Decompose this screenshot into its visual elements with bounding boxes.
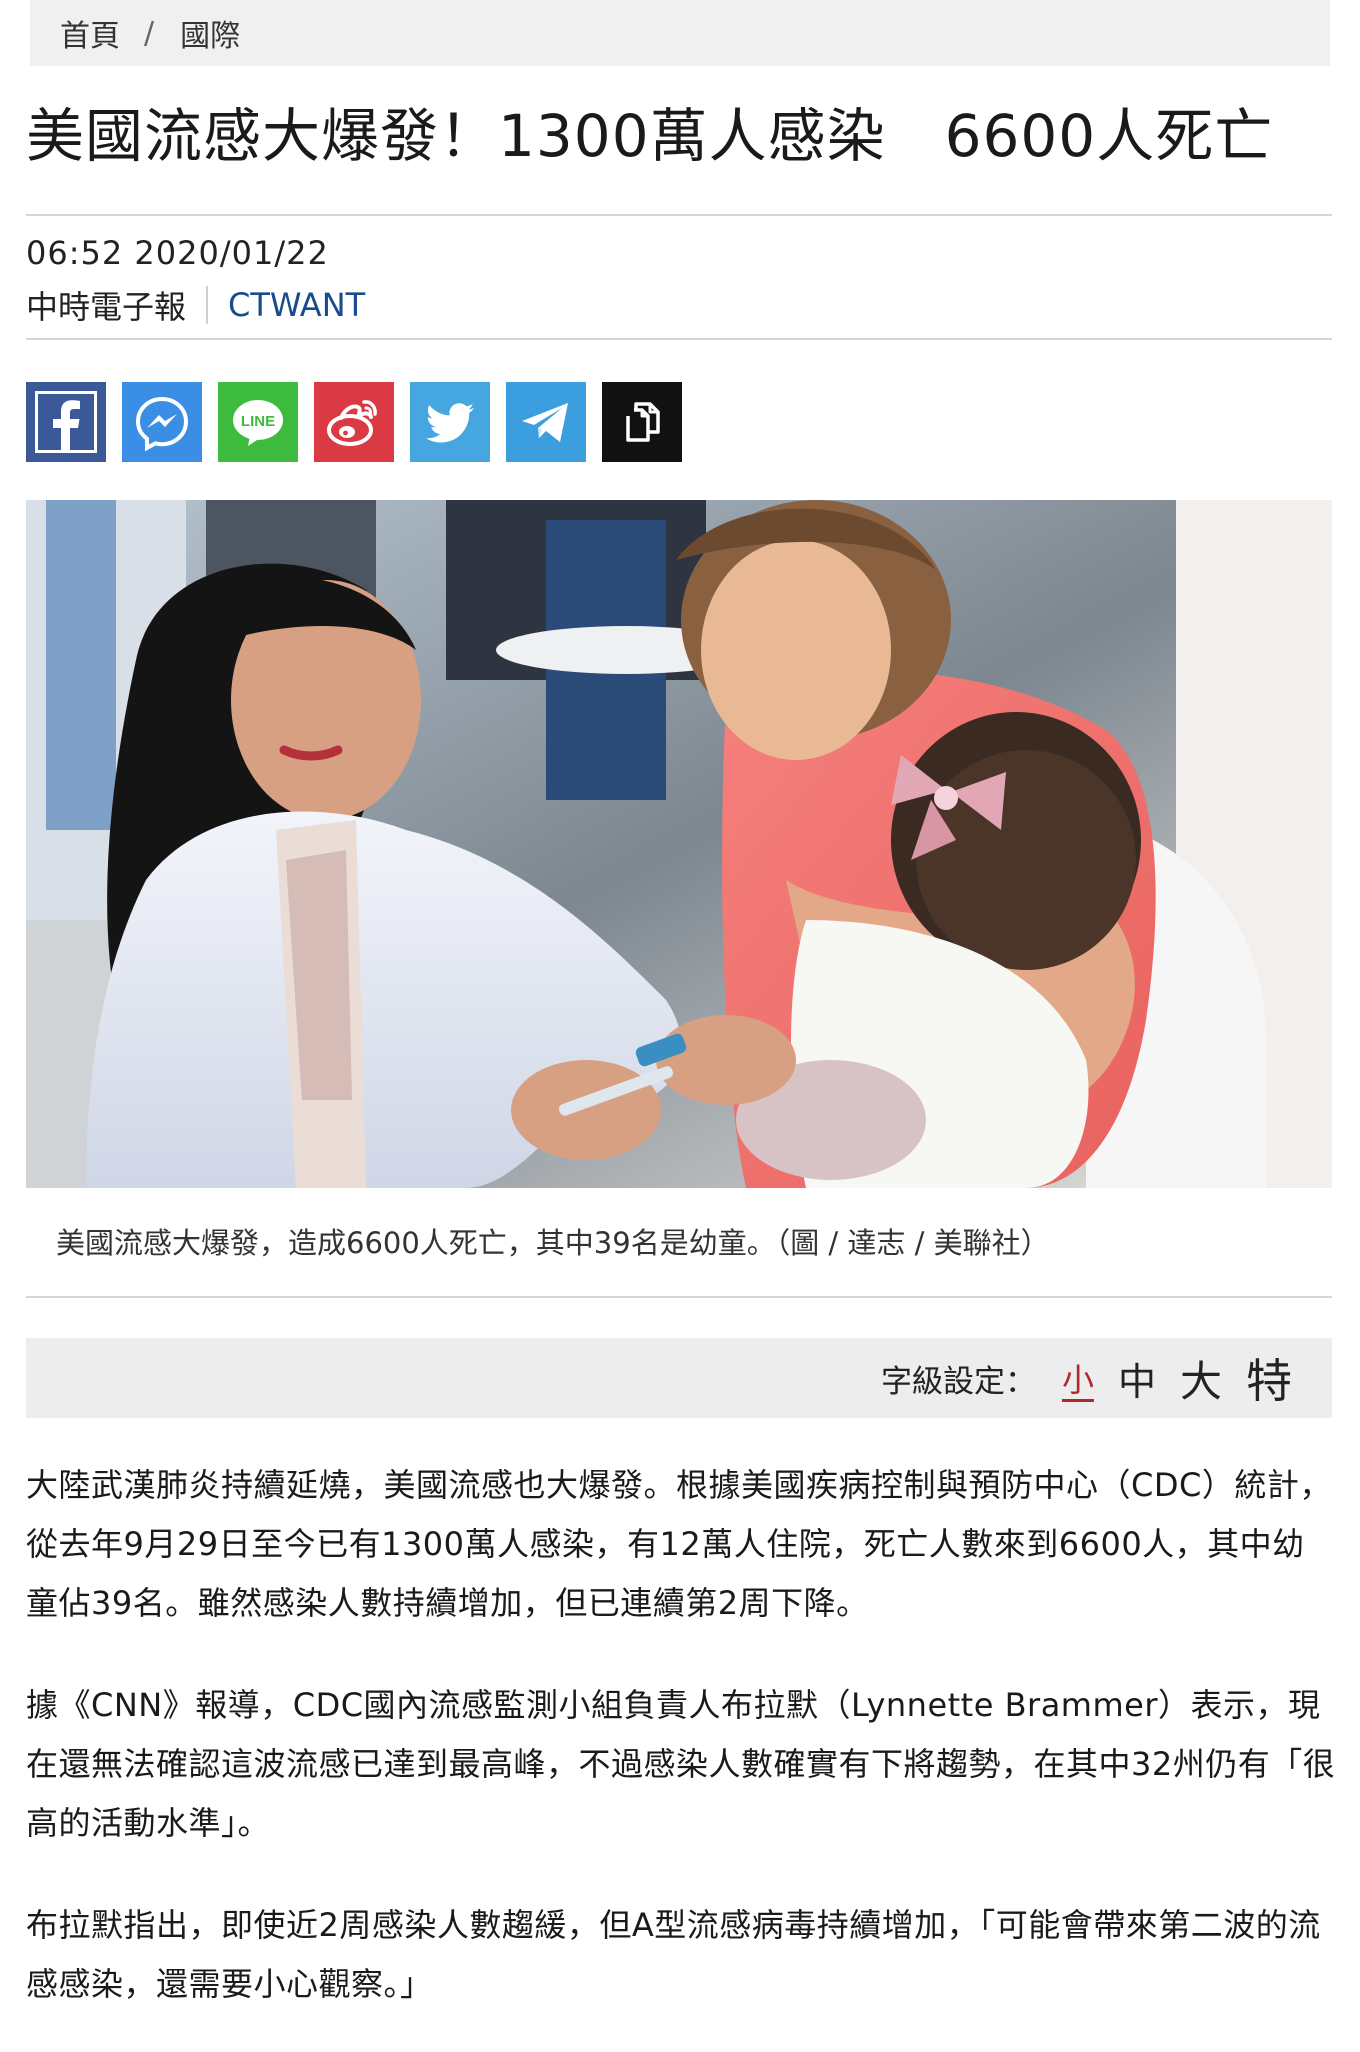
telegram-share-button[interactable] (506, 382, 586, 462)
font-size-bar: 字級設定： 小 中 大 特 (26, 1338, 1332, 1418)
facebook-icon (35, 391, 97, 453)
messenger-icon (135, 396, 189, 452)
line-icon: LINE (233, 400, 283, 446)
source-brand[interactable]: CTWANT (228, 286, 365, 324)
article-page: 首頁 / 國際 美國流感大爆發！1300萬人感染 6600人死亡 06:52 2… (0, 0, 1360, 2052)
article-paragraph: 大陸武漢肺炎持續延燒，美國流感也大爆發。根據美國疾病控制與預防中心（CDC）統計… (26, 1466, 1332, 1622)
font-size-small[interactable]: 小 (1062, 1355, 1094, 1401)
facebook-share-button[interactable] (26, 382, 106, 462)
article-source: 中時電子報 CTWANT (26, 282, 365, 328)
copy-link-button[interactable] (602, 382, 682, 462)
vaccination-photo (26, 500, 1332, 1188)
divider (26, 214, 1332, 216)
telegram-icon (522, 403, 568, 442)
weibo-share-button[interactable] (314, 382, 394, 462)
font-size-label: 字級設定： (880, 1363, 1036, 1400)
line-icon-label: LINE (241, 413, 275, 430)
breadcrumb-home[interactable]: 首頁 (30, 11, 120, 55)
copy-link-icon (626, 402, 660, 442)
article-paragraph: 布拉默指出，即使近2周感染人數趨緩，但A型流感病毒持續增加，「可能會帶來第二波的… (26, 1906, 1321, 2003)
breadcrumb-separator: / (144, 15, 155, 51)
font-size-medium[interactable]: 中 (1118, 1351, 1156, 1406)
line-share-button[interactable]: LINE (218, 382, 298, 462)
article-paragraph: 據《CNN》報導，CDC國內流感監測小組負責人布拉默（Lynnette Bram… (26, 1686, 1336, 1842)
article-photo (26, 500, 1332, 1188)
divider (26, 1296, 1332, 1298)
font-size-extra-large[interactable]: 特 (1246, 1345, 1292, 1411)
weibo-icon (327, 400, 377, 446)
twitter-share-button[interactable] (410, 382, 490, 462)
breadcrumb: 首頁 / 國際 (30, 0, 1330, 66)
article-title: 美國流感大爆發！1300萬人感染 6600人死亡 (26, 102, 1274, 170)
font-size-large[interactable]: 大 (1180, 1348, 1222, 1409)
source-divider (206, 286, 209, 324)
breadcrumb-section[interactable]: 國際 (180, 11, 240, 55)
divider (26, 338, 1332, 340)
share-bar: LINE (26, 382, 682, 462)
photo-caption: 美國流感大爆發，造成6600人死亡，其中39名是幼童。（圖 / 達志 / 美聯社… (56, 1226, 1050, 1260)
publish-time: 06:52 2020/01/22 (26, 234, 329, 272)
twitter-icon (425, 403, 474, 443)
source-name[interactable]: 中時電子報 (26, 282, 186, 328)
messenger-share-button[interactable] (122, 382, 202, 462)
